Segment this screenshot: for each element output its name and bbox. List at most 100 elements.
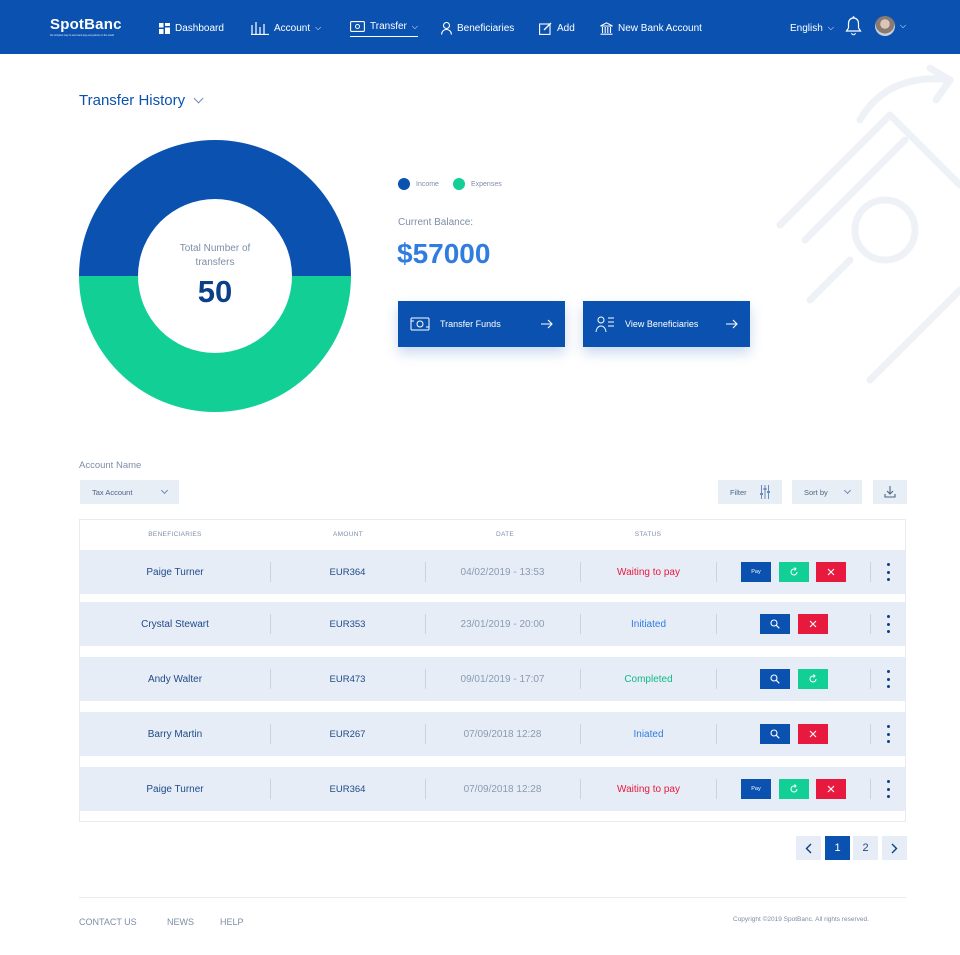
retry-button[interactable] bbox=[778, 562, 809, 582]
pay-button[interactable]: Pay bbox=[741, 779, 771, 799]
nav-transfer[interactable]: Transfer ⌵ bbox=[350, 19, 418, 37]
col-header-beneficiaries: BENEFICIARIES bbox=[148, 531, 202, 538]
pagination-page-2[interactable]: 2 bbox=[853, 836, 878, 860]
cell-amount: EUR473 bbox=[329, 673, 366, 685]
nav-dashboard[interactable]: Dashboard bbox=[159, 19, 224, 37]
chevron-down-icon bbox=[193, 93, 204, 104]
col-header-date: DATE bbox=[495, 531, 515, 538]
cell-amount: EUR364 bbox=[329, 566, 366, 578]
refresh-icon bbox=[790, 567, 797, 576]
table-row[interactable]: Paige Turner EUR364 04/02/2019 - 13:53 Wait… bbox=[80, 550, 905, 594]
brand-logo[interactable]: SpotBanc the simplest way to send and pa… bbox=[50, 16, 122, 37]
account-select[interactable]: Tax Account bbox=[80, 480, 179, 504]
avatar bbox=[875, 16, 895, 36]
account-select-value: Tax Account bbox=[92, 487, 133, 497]
legend-income-label: Income bbox=[416, 180, 439, 188]
more-options-icon[interactable] bbox=[886, 780, 890, 798]
footer-news-link[interactable]: NEWS bbox=[167, 917, 194, 927]
sort-by-select[interactable]: Sort by bbox=[792, 480, 862, 504]
search-icon bbox=[770, 674, 780, 684]
beneficiaries-icon bbox=[595, 316, 614, 333]
cancel-button[interactable] bbox=[797, 614, 828, 634]
more-options-icon[interactable] bbox=[886, 615, 890, 633]
chevron-down-icon: ⌵ bbox=[900, 21, 907, 30]
cell-status: Iniated bbox=[633, 728, 664, 740]
footer-contact-link[interactable]: CONTACT US bbox=[79, 917, 137, 927]
view-beneficiaries-button[interactable]: View Beneficiaries bbox=[583, 301, 750, 347]
column-divider bbox=[270, 562, 271, 582]
retry-button[interactable] bbox=[797, 669, 828, 689]
nav-new-bank-account[interactable]: New Bank Account bbox=[600, 19, 702, 37]
filter-button[interactable]: Filter bbox=[718, 480, 782, 504]
transfers-table: BENEFICIARIES AMOUNT DATE STATUS Paige T… bbox=[79, 519, 906, 822]
column-divider bbox=[870, 779, 871, 799]
chevron-left-icon bbox=[805, 843, 812, 853]
nav-beneficiaries[interactable]: Beneficiaries bbox=[441, 19, 514, 37]
view-details-button[interactable] bbox=[760, 724, 790, 744]
chevron-right-icon bbox=[891, 843, 898, 853]
column-divider bbox=[270, 724, 271, 744]
pagination-prev[interactable] bbox=[796, 836, 821, 860]
arrow-right-icon bbox=[541, 319, 553, 329]
top-navbar: SpotBanc the simplest way to send and pa… bbox=[0, 0, 960, 54]
column-divider bbox=[580, 562, 581, 582]
brand-name: SpotBanc bbox=[50, 16, 122, 33]
view-beneficiaries-label: View Beneficiaries bbox=[625, 319, 699, 329]
money-transfer-watermark-icon bbox=[776, 64, 960, 384]
table-row[interactable]: Paige Turner EUR364 07/09/2018 12:28 Waitin… bbox=[80, 767, 905, 811]
column-divider bbox=[580, 614, 581, 634]
column-divider bbox=[716, 724, 717, 744]
cell-status: Completed bbox=[624, 673, 673, 685]
more-options-icon[interactable] bbox=[886, 563, 890, 581]
column-divider bbox=[716, 779, 717, 799]
cancel-button[interactable] bbox=[797, 724, 828, 744]
download-button[interactable] bbox=[873, 480, 907, 504]
brand-tagline: the simplest way to send and pay everywh… bbox=[50, 34, 115, 37]
cell-date: 04/02/2019 - 13:53 bbox=[460, 566, 545, 578]
chart-legend: Income Expenses bbox=[398, 178, 502, 190]
nav-transfer-label: Transfer bbox=[370, 21, 407, 32]
page-title-dropdown[interactable]: Transfer History bbox=[79, 92, 204, 109]
nav-dashboard-label: Dashboard bbox=[175, 22, 224, 34]
account-name-label: Account Name bbox=[79, 460, 142, 471]
cell-date: 09/01/2019 - 17:07 bbox=[460, 673, 545, 685]
close-icon bbox=[809, 730, 816, 738]
table-row[interactable]: Andy Walter EUR473 09/01/2019 - 17:07 Compl… bbox=[80, 657, 905, 701]
chevron-down-icon bbox=[160, 486, 169, 495]
view-details-button[interactable] bbox=[760, 614, 790, 634]
column-divider bbox=[425, 669, 426, 689]
pagination-next[interactable] bbox=[882, 836, 907, 860]
cancel-button[interactable] bbox=[816, 562, 846, 582]
cancel-button[interactable] bbox=[816, 779, 846, 799]
column-divider bbox=[716, 614, 717, 634]
total-transfers-value: 50 bbox=[197, 274, 233, 309]
retry-button[interactable] bbox=[778, 779, 809, 799]
close-icon bbox=[827, 568, 835, 576]
nav-account-label: Account bbox=[274, 22, 311, 34]
view-details-button[interactable] bbox=[760, 669, 790, 689]
column-divider bbox=[870, 614, 871, 634]
transfer-funds-button[interactable]: Transfer Funds bbox=[398, 301, 565, 347]
language-selector[interactable]: English ⌵ bbox=[790, 19, 834, 37]
column-divider bbox=[870, 562, 871, 582]
pay-button[interactable]: Pay bbox=[741, 562, 771, 582]
search-icon bbox=[770, 619, 780, 629]
filter-label: Filter bbox=[730, 487, 747, 497]
nav-add[interactable]: Add bbox=[539, 19, 575, 37]
column-divider bbox=[580, 779, 581, 799]
table-row[interactable]: Crystal Stewart EUR353 23/01/2019 - 20:00 I… bbox=[80, 602, 905, 646]
nav-account[interactable]: Account ⌵ bbox=[251, 19, 321, 37]
more-options-icon[interactable] bbox=[886, 725, 890, 743]
notifications-button[interactable] bbox=[845, 16, 862, 36]
donut-center-info: Total Number of transfers 50 bbox=[79, 140, 351, 412]
cell-beneficiary: Crystal Stewart bbox=[141, 618, 209, 630]
user-menu[interactable]: ⌵ bbox=[875, 16, 907, 36]
pagination-page-1[interactable]: 1 bbox=[825, 836, 850, 860]
close-icon bbox=[827, 785, 835, 793]
more-options-icon[interactable] bbox=[886, 670, 890, 688]
edit-icon bbox=[539, 22, 552, 35]
footer-help-link[interactable]: HELP bbox=[220, 917, 244, 927]
bell-icon bbox=[845, 16, 862, 36]
table-row[interactable]: Barry Martin EUR267 07/09/2018 12:28 Iniate… bbox=[80, 712, 905, 756]
arrow-right-icon bbox=[726, 319, 738, 329]
